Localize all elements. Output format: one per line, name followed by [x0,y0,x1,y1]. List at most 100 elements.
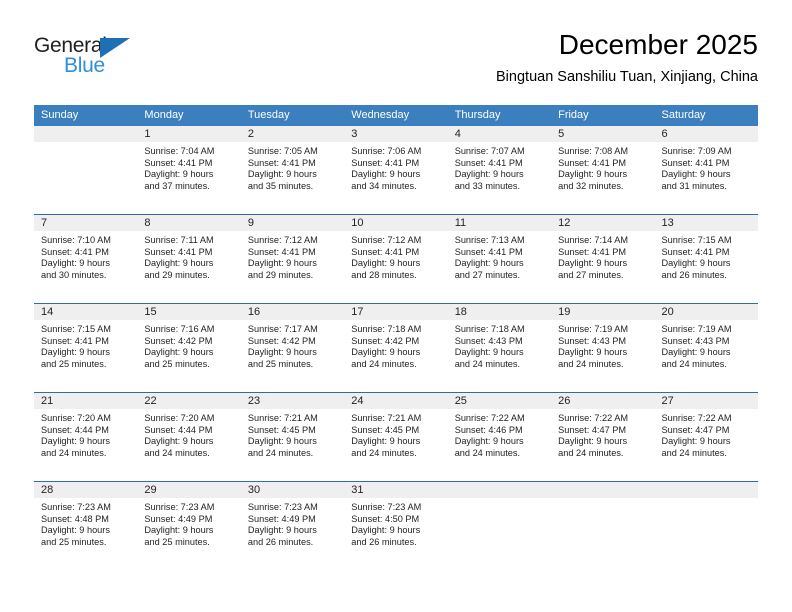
day-details: Sunrise: 7:12 AM Sunset: 4:41 PM Daylight:… [344,231,447,281]
day-cell[interactable]: 15 Sunrise: 7:16 AM Sunset: 4:42 PM Dayligh… [137,304,241,392]
calendar-week-row: 1 Sunrise: 7:04 AM Sunset: 4:41 PM Daylight… [34,126,758,214]
day-detail-line: Sunrise: 7:22 AM [558,413,629,423]
day-detail-line: Sunset: 4:41 PM [558,157,627,168]
day-cell[interactable]: 8 Sunrise: 7:11 AM Sunset: 4:41 PM Daylight… [137,215,241,303]
day-detail-line: and 27 minutes. [558,269,624,280]
day-cell[interactable]: 24 Sunrise: 7:21 AM Sunset: 4:45 PM Dayligh… [344,393,448,481]
day-cell[interactable]: 16 Sunrise: 7:17 AM Sunset: 4:42 PM Dayligh… [240,304,345,392]
day-details: Sunrise: 7:21 AM Sunset: 4:45 PM Daylight:… [241,409,344,459]
day-detail-line: and 27 minutes. [454,269,521,280]
weekday-header-wednesday: Wednesday [351,109,410,121]
day-detail-line: Sunset: 4:41 PM [247,157,316,168]
day-details: Sunrise: 7:05 AM Sunset: 4:41 PM Daylight:… [241,142,344,192]
day-detail-line: Sunset: 4:43 PM [661,335,730,346]
day-number: 27 [654,393,758,409]
day-detail-line: and 26 minutes. [661,269,727,280]
day-detail-line: Sunset: 4:41 PM [558,246,627,257]
day-details [34,142,137,146]
day-detail-line: Sunset: 4:42 PM [351,335,420,346]
day-details: Sunrise: 7:22 AM Sunset: 4:47 PM Daylight:… [655,409,758,459]
day-cell[interactable]: 4 Sunrise: 7:07 AM Sunset: 4:41 PM Daylight… [447,126,552,214]
day-cell[interactable]: 30 Sunrise: 7:23 AM Sunset: 4:49 PM Dayligh… [240,482,345,570]
day-cell[interactable]: 29 Sunrise: 7:23 AM Sunset: 4:49 PM Dayligh… [137,482,241,570]
day-cell[interactable]: 7 Sunrise: 7:10 AM Sunset: 4:41 PM Daylight… [34,215,138,303]
day-details: Sunrise: 7:23 AM Sunset: 4:50 PM Daylight:… [344,498,447,548]
day-number: 5 [551,126,655,142]
day-detail-line: Daylight: 9 hours [661,347,731,358]
day-detail-line: Daylight: 9 hours [144,258,214,269]
day-detail-line: Daylight: 9 hours [351,525,421,536]
day-cell[interactable]: 1 Sunrise: 7:04 AM Sunset: 4:41 PM Daylight… [137,126,241,214]
day-number: 15 [137,304,241,320]
day-cell[interactable]: 19 Sunrise: 7:19 AM Sunset: 4:43 PM Dayligh… [551,304,655,392]
day-detail-line: Sunset: 4:41 PM [661,157,730,168]
day-detail-line: Daylight: 9 hours [144,436,214,447]
day-number: 20 [654,304,758,320]
page-subtitle: Bingtuan Sanshiliu Tuan, Xinjiang, China [496,69,758,85]
day-cell[interactable]: 28 Sunrise: 7:23 AM Sunset: 4:48 PM Dayligh… [34,482,138,570]
day-details: Sunrise: 7:19 AM Sunset: 4:43 PM Daylight:… [655,320,758,370]
day-details: Sunrise: 7:22 AM Sunset: 4:46 PM Daylight:… [448,409,551,459]
day-number: 3 [344,126,448,142]
day-detail-line: Daylight: 9 hours [41,436,110,447]
day-detail-line: and 24 minutes. [144,447,210,458]
day-cell[interactable]: 9 Sunrise: 7:12 AM Sunset: 4:41 PM Daylight… [240,215,345,303]
day-number: 1 [137,126,241,142]
day-details: Sunrise: 7:10 AM Sunset: 4:41 PM Daylight:… [34,231,137,281]
day-number: 12 [551,215,655,231]
day-number: 26 [551,393,655,409]
day-cell[interactable]: 14 Sunrise: 7:15 AM Sunset: 4:41 PM Dayligh… [34,304,138,392]
day-details: Sunrise: 7:08 AM Sunset: 4:41 PM Daylight:… [551,142,654,192]
day-detail-line: and 25 minutes. [41,358,107,369]
day-cell[interactable]: 17 Sunrise: 7:18 AM Sunset: 4:42 PM Dayligh… [344,304,448,392]
day-number: 19 [551,304,655,320]
day-detail-line: and 28 minutes. [351,269,417,280]
day-detail-line: Sunrise: 7:21 AM [247,413,318,423]
day-detail-line: Sunrise: 7:17 AM [247,324,318,334]
day-details: Sunrise: 7:11 AM Sunset: 4:41 PM Daylight:… [137,231,240,281]
day-detail-line: Sunset: 4:42 PM [144,335,213,346]
day-cell[interactable]: 31 Sunrise: 7:23 AM Sunset: 4:50 PM Dayligh… [344,482,448,570]
day-detail-line: Sunset: 4:41 PM [41,335,109,346]
day-detail-line: Sunrise: 7:04 AM [144,146,215,156]
day-details: Sunrise: 7:13 AM Sunset: 4:41 PM Daylight:… [448,231,551,281]
day-detail-line: Daylight: 9 hours [351,258,421,269]
day-details: Sunrise: 7:18 AM Sunset: 4:43 PM Daylight:… [448,320,551,370]
day-cell[interactable]: 2 Sunrise: 7:05 AM Sunset: 4:41 PM Daylight… [240,126,345,214]
day-detail-line: and 25 minutes. [41,536,107,547]
day-cell[interactable]: 5 Sunrise: 7:08 AM Sunset: 4:41 PM Daylight… [551,126,655,214]
day-cell[interactable]: 10 Sunrise: 7:12 AM Sunset: 4:41 PM Dayligh… [344,215,448,303]
day-detail-line: Daylight: 9 hours [351,169,421,180]
day-number: 9 [240,215,345,231]
day-details: Sunrise: 7:20 AM Sunset: 4:44 PM Daylight:… [34,409,137,459]
day-cell[interactable]: 20 Sunrise: 7:19 AM Sunset: 4:43 PM Dayligh… [654,304,758,392]
day-cell[interactable]: 26 Sunrise: 7:22 AM Sunset: 4:47 PM Dayligh… [551,393,655,481]
day-cell[interactable]: 25 Sunrise: 7:22 AM Sunset: 4:46 PM Dayligh… [447,393,552,481]
day-detail-line: Sunrise: 7:23 AM [41,502,111,512]
day-number: 22 [137,393,241,409]
day-details: Sunrise: 7:19 AM Sunset: 4:43 PM Daylight:… [551,320,654,370]
day-detail-line: Sunset: 4:45 PM [247,424,316,435]
day-cell[interactable]: 18 Sunrise: 7:18 AM Sunset: 4:43 PM Dayligh… [447,304,552,392]
day-number: 8 [137,215,241,231]
day-detail-line: Sunrise: 7:20 AM [144,413,215,423]
day-detail-line: Sunset: 4:47 PM [558,424,627,435]
day-detail-line: and 31 minutes. [661,180,727,191]
day-cell[interactable]: 6 Sunrise: 7:09 AM Sunset: 4:41 PM Daylight… [654,126,758,214]
day-details: Sunrise: 7:09 AM Sunset: 4:41 PM Daylight:… [655,142,758,192]
day-cell[interactable]: 12 Sunrise: 7:14 AM Sunset: 4:41 PM Dayligh… [551,215,655,303]
day-detail-line: Sunrise: 7:07 AM [454,146,525,156]
day-detail-line: and 24 minutes. [558,358,624,369]
day-cell[interactable]: 21 Sunrise: 7:20 AM Sunset: 4:44 PM Dayligh… [34,393,138,481]
day-number: 4 [447,126,552,142]
weekday-header-monday: Monday [144,109,184,121]
day-cell[interactable]: 11 Sunrise: 7:13 AM Sunset: 4:41 PM Dayligh… [447,215,552,303]
day-cell[interactable]: 3 Sunrise: 7:06 AM Sunset: 4:41 PM Daylight… [344,126,448,214]
day-detail-line: Daylight: 9 hours [454,169,524,180]
day-cell[interactable]: 13 Sunrise: 7:15 AM Sunset: 4:41 PM Dayligh… [654,215,758,303]
day-cell[interactable]: 22 Sunrise: 7:20 AM Sunset: 4:44 PM Dayligh… [137,393,241,481]
day-cell[interactable]: 27 Sunrise: 7:22 AM Sunset: 4:47 PM Dayligh… [654,393,758,481]
day-cell[interactable]: 23 Sunrise: 7:21 AM Sunset: 4:45 PM Dayligh… [240,393,345,481]
day-detail-line: Sunrise: 7:15 AM [661,235,732,245]
day-detail-line: and 25 minutes. [144,536,210,547]
